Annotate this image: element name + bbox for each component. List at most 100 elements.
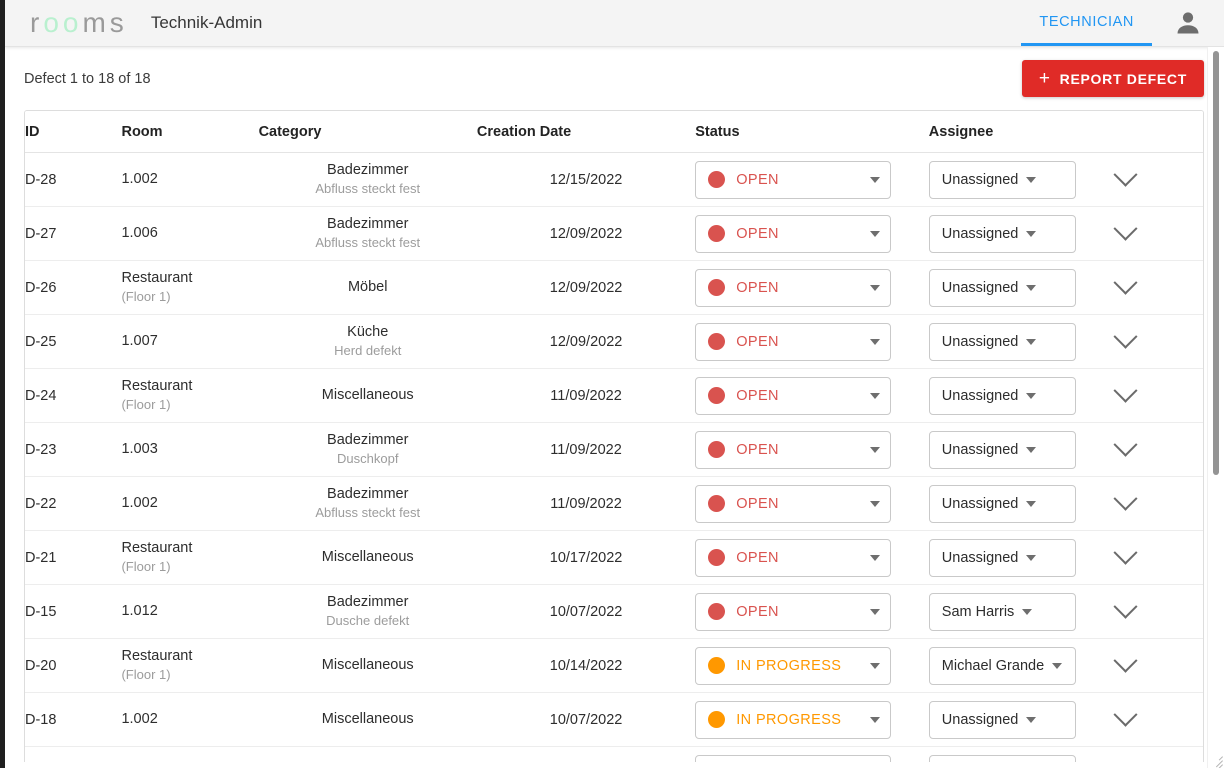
cell-status: OPEN [695, 584, 929, 639]
status-badge: OPEN [736, 441, 779, 458]
status-dot-icon [708, 495, 726, 512]
cell-id: D-22 [25, 476, 122, 531]
expand-row-chevron-down-icon[interactable] [1113, 486, 1138, 511]
table-row[interactable]: D-15 1.012 Badezimmer Dusche defekt 10/07/20… [25, 584, 1203, 639]
status-dot-icon [708, 549, 726, 566]
assignee-select[interactable]: Unassigned [928, 484, 1076, 523]
column-header-room[interactable]: Room [121, 111, 259, 153]
status-select[interactable]: OPEN [695, 214, 892, 253]
expand-row-chevron-down-icon[interactable] [1113, 378, 1138, 403]
assignee-select[interactable]: Unassigned [928, 214, 1076, 253]
expand-row-chevron-down-icon[interactable] [1113, 756, 1138, 762]
expand-row-chevron-down-icon[interactable] [1113, 540, 1138, 565]
assignee-select[interactable]: Unassigned [928, 160, 1076, 199]
column-header-status[interactable]: Status [695, 111, 929, 153]
column-header-assignee[interactable]: Assignee [928, 111, 1117, 153]
cell-category: Badezimmer Abfluss steckt fest [258, 476, 477, 531]
assignee-select[interactable]: Unassigned [928, 268, 1076, 307]
cell-status: IN PROGRESS [695, 692, 929, 747]
rooms-logo[interactable]: rooms [30, 9, 128, 37]
column-header-id[interactable]: ID [25, 111, 122, 153]
table-row[interactable]: D-25 1.007 Küche Herd defekt 12/09/2022 OPEN U… [25, 314, 1203, 369]
cell-status: OPEN [695, 368, 929, 423]
status-select[interactable]: OPEN [695, 592, 892, 631]
table-row[interactable]: D-23 1.003 Badezimmer Duschkopf 11/09/2022 OP… [25, 422, 1203, 477]
category-name: Küche [347, 324, 389, 341]
status-select[interactable]: OPEN [695, 322, 892, 361]
cell-expand [1113, 368, 1203, 423]
column-header-creation-date[interactable]: Creation Date [476, 111, 696, 153]
cell-category: Badezimmer Dusche defekt [258, 584, 477, 639]
cell-status: IN PROGRESS [695, 638, 929, 693]
window-resize-grip[interactable] [1208, 752, 1223, 768]
assignee-value: Unassigned [941, 333, 1019, 350]
table-row[interactable]: D-27 1.006 Badezimmer Abfluss steckt fest 12… [25, 206, 1203, 261]
tab-technician[interactable]: TECHNICIAN [1021, 0, 1152, 46]
cell-expand [1113, 152, 1203, 207]
status-dot-icon [708, 657, 726, 674]
cell-id: D-25 [25, 314, 122, 369]
room-floor: (Floor 1) [121, 559, 171, 575]
category-name: Badezimmer [327, 216, 409, 233]
expand-row-chevron-down-icon[interactable] [1113, 162, 1138, 187]
status-select[interactable]: OPEN [695, 484, 892, 523]
status-dot-icon [708, 711, 726, 728]
vertical-scrollbar-thumb[interactable] [1213, 51, 1219, 475]
cell-room: 1.012 [121, 584, 259, 639]
room-name: 1.002 [121, 711, 158, 728]
status-select[interactable]: OPEN [695, 376, 892, 415]
status-select[interactable]: OPEN [695, 538, 892, 577]
chevron-down-icon [1026, 176, 1037, 183]
assignee-select[interactable]: Unassigned [928, 376, 1076, 415]
report-defect-button[interactable]: + REPORT DEFECT [1021, 60, 1204, 97]
table-row[interactable]: D-20 Restaurant (Floor 1) Miscellaneous 10/1… [25, 638, 1203, 693]
assignee-select[interactable]: Unassigned [928, 700, 1076, 739]
status-select[interactable]: OPEN [695, 430, 892, 469]
chevron-down-icon [870, 446, 881, 453]
table-row[interactable]: D-22 1.002 Badezimmer Abfluss steckt fest 11… [25, 476, 1203, 531]
status-select[interactable]: OPEN [695, 268, 892, 307]
status-select[interactable]: IN PROGRESS [695, 754, 892, 762]
assignee-select[interactable]: Michael Grande [928, 646, 1076, 685]
table-row[interactable]: D-24 Restaurant (Floor 1) Miscellaneous 11/0… [25, 368, 1203, 423]
cell-category: Miscellaneous [258, 638, 477, 693]
category-name: Miscellaneous [321, 549, 414, 566]
assignee-select[interactable]: Unassigned [928, 538, 1076, 577]
room-name: Restaurant [121, 648, 193, 665]
vertical-scrollbar[interactable] [1207, 47, 1224, 768]
expand-row-chevron-down-icon[interactable] [1113, 270, 1138, 295]
logo-part-mint: oo [43, 7, 83, 38]
category-name: Badezimmer [327, 486, 409, 503]
status-select[interactable]: IN PROGRESS [695, 646, 892, 685]
assignee-value: Unassigned [941, 279, 1019, 296]
table-row[interactable]: D-18 1.002 Miscellaneous 10/07/2022 IN PROGR… [25, 692, 1203, 747]
table-row[interactable]: D-26 Restaurant (Floor 1) Möbel 12/09/2022 OP… [25, 260, 1203, 315]
assignee-select[interactable]: Unassigned [928, 430, 1076, 469]
expand-row-chevron-down-icon[interactable] [1113, 432, 1138, 457]
room-floor: (Floor 1) [121, 289, 171, 305]
status-dot-icon [708, 603, 726, 620]
table-row[interactable]: D-28 1.002 Badezimmer Abfluss steckt fest 12… [25, 152, 1203, 207]
column-header-category[interactable]: Category [258, 111, 477, 153]
assignee-select[interactable]: Sam Harris [928, 592, 1076, 631]
table-row[interactable]: D-21 Restaurant (Floor 1) Miscellaneous 10/1… [25, 530, 1203, 585]
assignee-select[interactable]: Michael Grande [928, 754, 1076, 762]
status-select[interactable]: OPEN [695, 160, 892, 199]
status-select[interactable]: IN PROGRESS [695, 700, 892, 739]
chevron-down-icon [870, 608, 881, 615]
expand-row-chevron-down-icon[interactable] [1113, 594, 1138, 619]
status-dot-icon [708, 333, 726, 350]
table-header: ID Room Category Creation Date Status As… [25, 111, 1203, 153]
expand-row-chevron-down-icon[interactable] [1113, 216, 1138, 241]
cell-room: 1.003 [121, 422, 259, 477]
category-name: Möbel [347, 279, 388, 296]
room-name: 1.002 [121, 495, 158, 512]
expand-row-chevron-down-icon[interactable] [1113, 648, 1138, 673]
app-window: rooms Technik-Admin TECHNICIAN Defect 1 … [0, 0, 1224, 768]
expand-row-chevron-down-icon[interactable] [1113, 324, 1138, 349]
avatar[interactable] [1152, 0, 1224, 46]
assignee-value: Unassigned [941, 225, 1019, 242]
table-row[interactable]: D-191.008Miscellaneous09/28/2022IN PROGR… [25, 746, 1203, 762]
assignee-select[interactable]: Unassigned [928, 322, 1076, 361]
expand-row-chevron-down-icon[interactable] [1113, 702, 1138, 727]
